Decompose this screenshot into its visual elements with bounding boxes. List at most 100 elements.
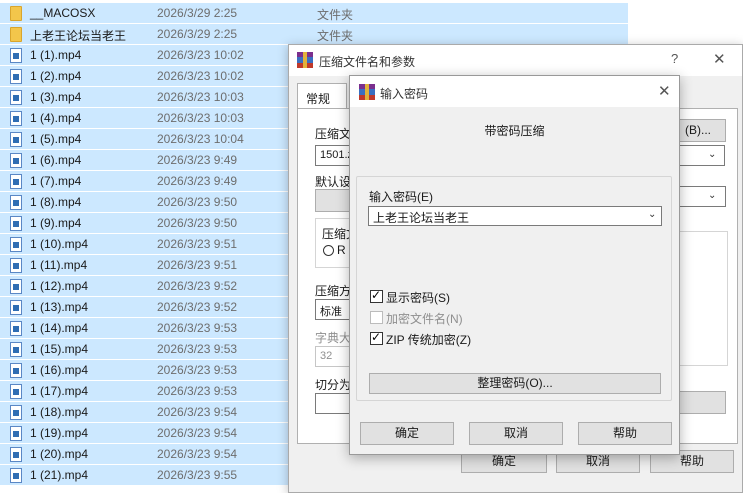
video-file-icon <box>10 69 22 84</box>
file-date: 2026/3/23 9:53 <box>157 321 238 335</box>
password-dialog-title: 输入密码 <box>380 87 429 101</box>
organize-passwords-button[interactable]: 整理密码(O)... <box>369 373 661 394</box>
file-name: 1 (2).mp4 <box>30 69 82 83</box>
file-date: 2026/3/23 9:53 <box>157 342 238 356</box>
archive-dialog-titlebar: 压缩文件名和参数 ? ✕ <box>289 45 742 76</box>
dictionary-size-value: 32 <box>320 350 333 362</box>
folder-icon <box>10 6 22 21</box>
password-label: 输入密码(E) <box>369 190 433 204</box>
password-cancel-button[interactable]: 取消 <box>469 422 563 445</box>
file-date: 2026/3/23 9:50 <box>157 195 238 209</box>
zip-legacy-encryption-checkbox[interactable] <box>370 330 383 345</box>
video-file-icon <box>10 342 22 357</box>
file-name: 1 (17).mp4 <box>30 384 89 398</box>
file-date: 2026/3/23 9:52 <box>157 300 238 314</box>
format-radio[interactable] <box>323 245 334 256</box>
file-date: 2026/3/23 10:03 <box>157 90 244 104</box>
file-date: 2026/3/23 9:53 <box>157 363 238 377</box>
video-file-icon <box>10 447 22 462</box>
folder-icon <box>10 27 22 42</box>
file-name: 1 (20).mp4 <box>30 447 89 461</box>
default-profile-label: 默认设 <box>315 175 352 189</box>
video-file-icon <box>10 48 22 63</box>
enter-password-dialog: 输入密码 ✕ 带密码压缩 输入密码(E) 上老王论坛当老王 ⌄ 显示密码(S) … <box>349 75 680 455</box>
video-file-icon <box>10 279 22 294</box>
file-date: 2026/3/23 10:02 <box>157 69 244 83</box>
file-date: 2026/3/23 9:52 <box>157 279 238 293</box>
zip-legacy-encryption-label: ZIP 传统加密(Z) <box>386 333 472 347</box>
chevron-down-icon[interactable]: ⌄ <box>708 190 716 201</box>
file-name: 1 (10).mp4 <box>30 237 89 251</box>
show-password-label: 显示密码(S) <box>386 291 450 305</box>
show-password-checkbox[interactable] <box>370 288 383 303</box>
winrar-icon <box>297 52 313 68</box>
encrypt-filenames-checkbox[interactable] <box>370 311 383 324</box>
password-ok-button[interactable]: 确定 <box>360 422 454 445</box>
video-file-icon <box>10 111 22 126</box>
close-icon[interactable]: ✕ <box>713 50 726 68</box>
video-file-icon <box>10 216 22 231</box>
file-row[interactable]: 上老王论坛当老王 2026/3/29 2:25 文件夹 <box>0 24 628 45</box>
video-file-icon <box>10 132 22 147</box>
video-file-icon <box>10 174 22 189</box>
video-file-icon <box>10 258 22 273</box>
password-dialog-heading: 带密码压缩 <box>484 124 545 138</box>
file-date: 2026/3/23 9:55 <box>157 468 238 482</box>
archive-name-label: 压缩文 <box>315 127 352 141</box>
video-file-icon <box>10 405 22 420</box>
dictionary-size-label: 字典大 <box>315 331 352 345</box>
file-name: 1 (15).mp4 <box>30 342 89 356</box>
video-file-icon <box>10 384 22 399</box>
video-file-icon <box>10 90 22 105</box>
password-help-button[interactable]: 帮助 <box>578 422 672 445</box>
set-password-button[interactable] <box>672 391 726 414</box>
file-date: 2026/3/23 9:54 <box>157 426 238 440</box>
file-name: 1 (12).mp4 <box>30 279 89 293</box>
password-dialog-titlebar: 输入密码 ✕ <box>350 76 679 107</box>
file-date: 2026/3/23 9:50 <box>157 216 238 230</box>
file-name: 1 (21).mp4 <box>30 468 89 482</box>
chevron-down-icon[interactable]: ⌄ <box>708 149 716 160</box>
compression-method-label: 压缩方 <box>315 284 352 298</box>
file-name: 1 (11).mp4 <box>30 258 88 272</box>
chevron-down-icon[interactable]: ⌄ <box>648 209 656 220</box>
options-group <box>672 231 728 366</box>
file-name: 1 (19).mp4 <box>30 426 89 440</box>
file-name: 1 (6).mp4 <box>30 153 82 167</box>
winrar-icon <box>359 84 375 100</box>
file-name: 上老王论坛当老王 <box>30 29 127 43</box>
video-file-icon <box>10 321 22 336</box>
file-row[interactable]: __MACOSX 2026/3/29 2:25 文件夹 <box>0 3 628 24</box>
file-name: 1 (7).mp4 <box>30 174 82 188</box>
password-input[interactable]: 上老王论坛当老王 <box>368 206 662 226</box>
file-name: 1 (8).mp4 <box>30 195 82 209</box>
split-volume-label: 切分为 <box>315 378 352 392</box>
video-file-icon <box>10 426 22 441</box>
file-name: 1 (18).mp4 <box>30 405 89 419</box>
file-name: 1 (16).mp4 <box>30 363 89 377</box>
file-name: 1 (3).mp4 <box>30 90 82 104</box>
video-file-icon <box>10 468 22 483</box>
file-type: 文件夹 <box>317 29 354 43</box>
file-date: 2026/3/23 9:53 <box>157 384 238 398</box>
compression-method-value: 标准 <box>320 306 342 318</box>
file-name: 1 (5).mp4 <box>30 132 82 146</box>
file-date: 2026/3/23 9:49 <box>157 174 238 188</box>
help-icon[interactable]: ? <box>671 51 678 66</box>
file-date: 2026/3/23 9:54 <box>157 405 238 419</box>
file-name: 1 (13).mp4 <box>30 300 89 314</box>
video-file-icon <box>10 237 22 252</box>
archive-dialog-title: 压缩文件名和参数 <box>319 55 416 69</box>
file-name: 1 (4).mp4 <box>30 111 82 125</box>
encrypt-filenames-label: 加密文件名(N) <box>386 312 463 326</box>
file-name: 1 (1).mp4 <box>30 48 82 62</box>
file-date: 2026/3/23 9:51 <box>157 258 238 272</box>
close-icon[interactable]: ✕ <box>658 82 671 100</box>
file-date: 2026/3/23 10:04 <box>157 132 244 146</box>
file-date: 2026/3/23 9:54 <box>157 447 238 461</box>
video-file-icon <box>10 153 22 168</box>
tab-general[interactable]: 常规 <box>297 83 347 109</box>
file-date: 2026/3/23 9:51 <box>157 237 238 251</box>
format-radio-label: R <box>337 243 346 257</box>
file-name: 1 (9).mp4 <box>30 216 82 230</box>
